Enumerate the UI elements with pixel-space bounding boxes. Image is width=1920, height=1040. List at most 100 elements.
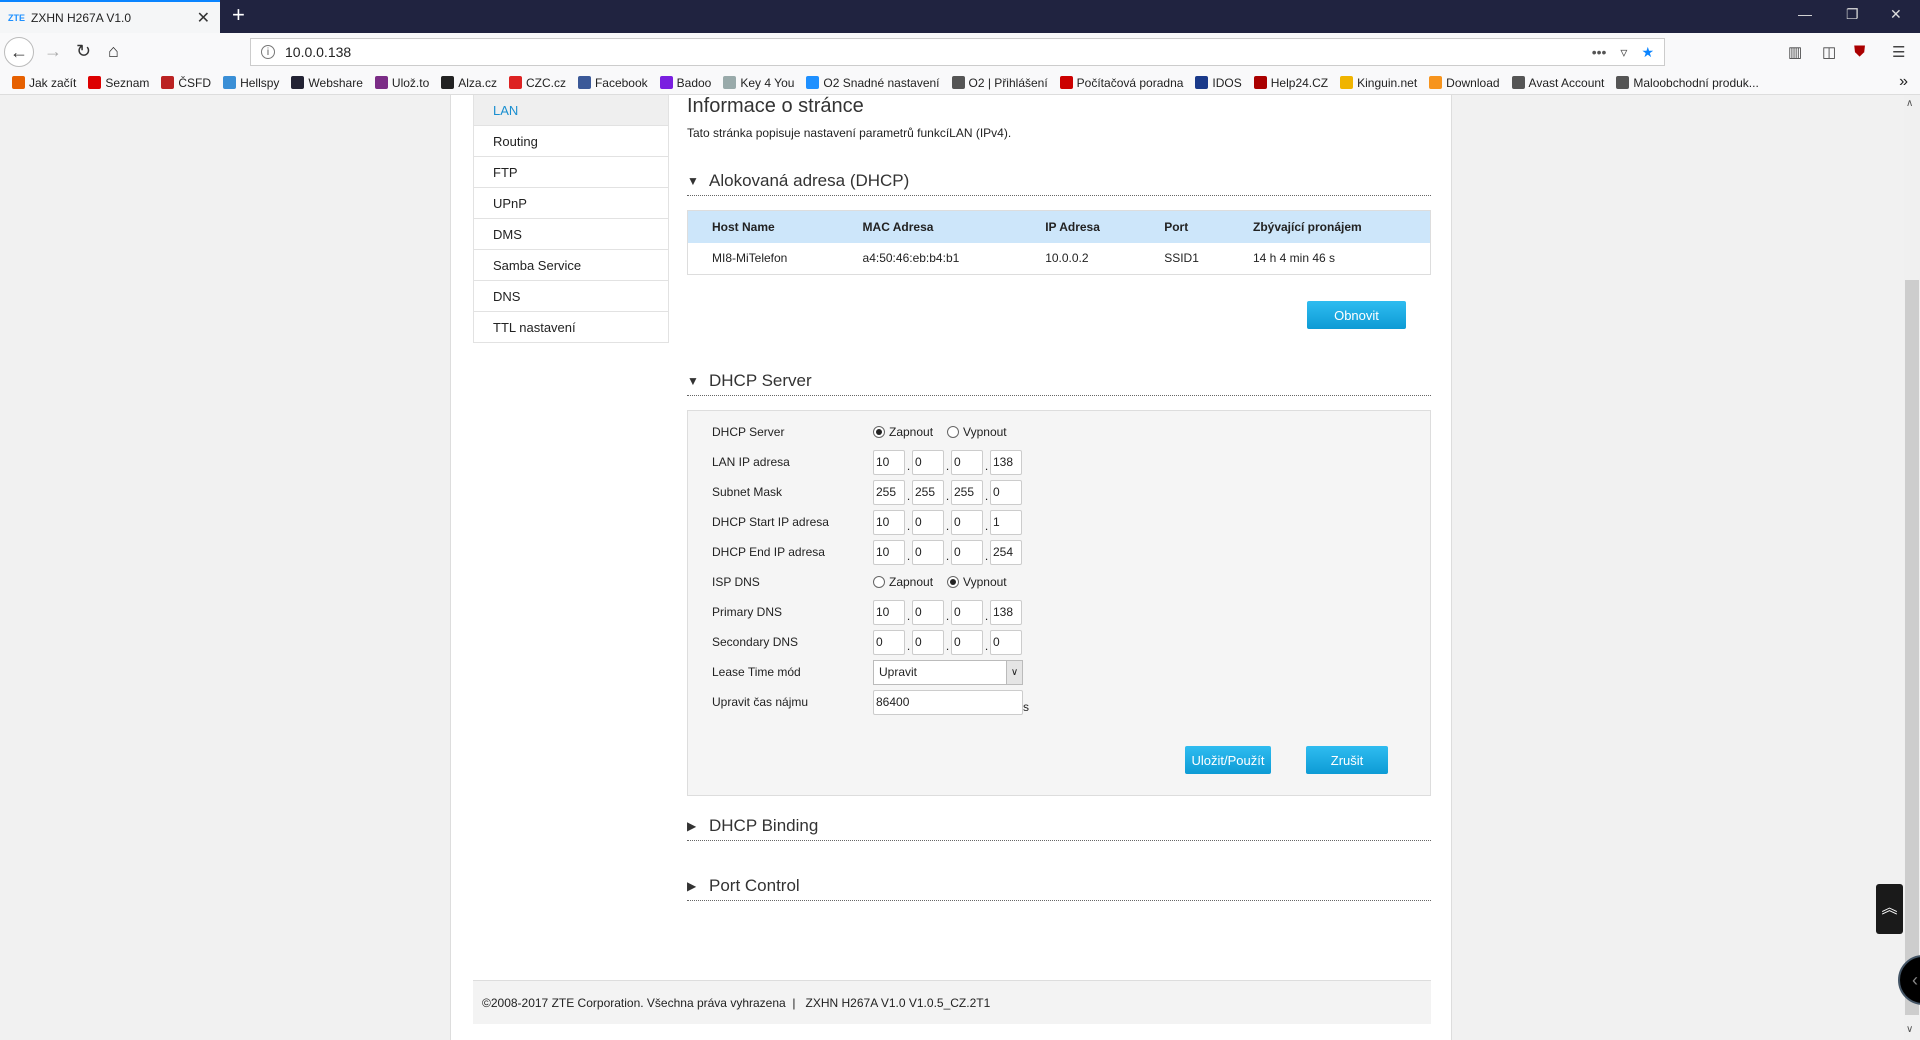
floating-chevron-left-icon[interactable]: ‹ [1898, 955, 1920, 1005]
sidebar-item-upnp[interactable]: UPnP [473, 188, 669, 219]
scrollbar-thumb[interactable] [1905, 280, 1919, 1015]
back-to-top-button[interactable]: ︽ [1876, 884, 1903, 934]
restore-icon[interactable]: ❐ [1846, 6, 1859, 23]
sidebar-item-dms[interactable]: DMS [473, 219, 669, 250]
bookmark-item[interactable]: Počítačová poradna [1059, 76, 1183, 90]
bookmark-item[interactable]: CZC.cz [508, 76, 566, 90]
radio-isp-off[interactable]: Vypnout [947, 575, 1007, 589]
section-dhcp-binding[interactable]: ▶ DHCP Binding [687, 811, 1431, 841]
bookmark-item[interactable]: O2 | Přihlášení [951, 76, 1048, 90]
save-apply-button[interactable]: Uložit/Použít [1185, 746, 1271, 774]
ip-octet-input[interactable]: 138 [990, 449, 1022, 475]
ip-octet-input[interactable]: 0 [951, 539, 983, 565]
ip-octet-input[interactable]: 0 [951, 629, 983, 655]
lease-time-input[interactable]: 86400 [873, 689, 1023, 715]
bookmark-item[interactable]: Badoo [659, 76, 711, 90]
bookmark-item[interactable]: IDOS [1195, 76, 1242, 90]
section-title: Alokovaná adresa (DHCP) [709, 170, 910, 190]
bookmark-item[interactable]: Jak začít [12, 76, 76, 90]
sidebar-item-ftp[interactable]: FTP [473, 157, 669, 188]
info-icon[interactable]: i [261, 45, 275, 59]
bookmark-item[interactable]: Seznam [88, 76, 149, 90]
tab-active[interactable]: ZTE ZXHN H267A V1.0 ✕ [0, 0, 220, 33]
radio-dhcp-on[interactable]: Zapnout [873, 425, 933, 439]
radio-isp-on[interactable]: Zapnout [873, 575, 933, 589]
bookmark-item[interactable]: O2 Snadné nastavení [806, 76, 940, 90]
radio-unchecked[interactable] [947, 426, 960, 438]
new-tab-button[interactable]: + [232, 2, 245, 28]
reload-button[interactable]: ↻ [76, 41, 91, 62]
bookmark-item[interactable]: Key 4 You [723, 76, 794, 90]
ip-octet-input[interactable]: 0 [912, 509, 944, 535]
minimize-icon[interactable]: — [1798, 6, 1812, 22]
section-title: Port Control [709, 875, 800, 895]
sidebar-icon[interactable]: ◫ [1822, 43, 1836, 61]
menu-icon[interactable]: ☰ [1892, 43, 1905, 61]
ip-octet-input[interactable]: 10 [873, 449, 905, 475]
bookmark-item[interactable]: Help24.CZ [1253, 76, 1328, 90]
scroll-up-icon[interactable]: ∧ [1906, 98, 1913, 109]
section-port-control[interactable]: ▶ Port Control [687, 871, 1431, 901]
radio-unchecked[interactable] [873, 576, 885, 588]
sidebar-item-samba-service[interactable]: Samba Service [473, 250, 669, 281]
ip-octet-input[interactable]: 0 [912, 599, 944, 625]
back-button[interactable]: ← [4, 37, 34, 67]
ip-octet-input[interactable]: 0 [990, 629, 1022, 655]
ip-octet-input[interactable]: 0 [990, 479, 1022, 505]
chevron-down-icon[interactable]: ∨ [1006, 660, 1022, 684]
bookmark-label: Hellspy [240, 75, 280, 90]
close-tab-icon[interactable]: ✕ [197, 8, 210, 28]
forward-button[interactable]: → [44, 41, 62, 62]
radio-checked[interactable] [873, 426, 885, 438]
ip-octet-input[interactable]: 10 [873, 539, 905, 565]
bookmark-item[interactable]: Ulož.to [374, 76, 429, 90]
bookmark-item[interactable]: Download [1429, 76, 1500, 90]
pocket-icon[interactable]: ▿ [1620, 44, 1627, 61]
ublock-icon[interactable]: ⛊ [1854, 43, 1865, 60]
library-icon[interactable]: ▥ [1788, 43, 1802, 61]
bookmark-item[interactable]: Avast Account [1511, 76, 1604, 90]
ip-octet-input[interactable]: 0 [912, 449, 944, 475]
ip-octet-input[interactable]: 138 [990, 599, 1022, 625]
bookmark-item[interactable]: Facebook [577, 76, 648, 90]
ip-octet-input[interactable]: 254 [990, 539, 1022, 565]
ip-octet-input[interactable]: 255 [873, 479, 905, 505]
bookmarks-overflow-icon[interactable]: » [1899, 73, 1908, 91]
ip-octet-input[interactable]: 0 [912, 539, 944, 565]
ip-octet-input[interactable]: 10 [873, 599, 905, 625]
radio-checked[interactable] [947, 576, 960, 588]
refresh-button[interactable]: Obnovit [1307, 301, 1406, 329]
section-dhcp-allocated[interactable]: ▼ Alokovaná adresa (DHCP) [687, 166, 1431, 196]
ip-octet-input[interactable]: 0 [912, 629, 944, 655]
ip-octet-input[interactable]: 0 [951, 509, 983, 535]
bookmark-item[interactable]: Webshare [291, 76, 363, 90]
bookmark-item[interactable]: Maloobchodní produk... [1616, 76, 1759, 90]
ip-octet-input[interactable]: 10 [873, 509, 905, 535]
scroll-down-icon[interactable]: ∨ [1906, 1024, 1913, 1035]
section-dhcp-server[interactable]: ▼ DHCP Server [687, 366, 1431, 396]
ip-octet-input[interactable]: 0 [951, 449, 983, 475]
home-button[interactable]: ⌂ [108, 41, 119, 62]
bookmark-item[interactable]: Kinguin.net [1340, 76, 1417, 90]
ip-octet-input[interactable]: 255 [912, 479, 944, 505]
bookmark-item[interactable]: Hellspy [223, 76, 279, 90]
sidebar-item-ttl-nastavení[interactable]: TTL nastavení [473, 312, 669, 343]
bookmark-item[interactable]: Alza.cz [441, 76, 497, 90]
bookmark-star-icon[interactable]: ★ [1641, 44, 1654, 61]
ip-octet-input[interactable]: 1 [990, 509, 1022, 535]
table-cell: MI8-MiTelefon [712, 251, 788, 266]
ip-octet-input[interactable]: 0 [873, 629, 905, 655]
close-window-icon[interactable]: ✕ [1890, 6, 1902, 23]
ip-octet-input[interactable]: 0 [951, 599, 983, 625]
tab-bar: ZTE ZXHN H267A V1.0 ✕ + — ❐ ✕ [0, 0, 1920, 33]
more-icon[interactable]: ••• [1592, 44, 1607, 61]
sidebar-item-routing[interactable]: Routing [473, 126, 669, 157]
radio-dhcp-off[interactable]: Vypnout [947, 425, 1007, 439]
sidebar-item-dns[interactable]: DNS [473, 281, 669, 312]
lease-mode-select[interactable]: Upravit ∨ [873, 659, 1023, 685]
url-bar[interactable]: i 10.0.0.138 ••• ▿ ★ [250, 38, 1665, 66]
bookmark-item[interactable]: ČSFD [161, 76, 211, 90]
sidebar-item-lan[interactable]: LAN [473, 95, 669, 126]
cancel-button[interactable]: Zrušit [1306, 746, 1388, 774]
ip-octet-input[interactable]: 255 [951, 479, 983, 505]
